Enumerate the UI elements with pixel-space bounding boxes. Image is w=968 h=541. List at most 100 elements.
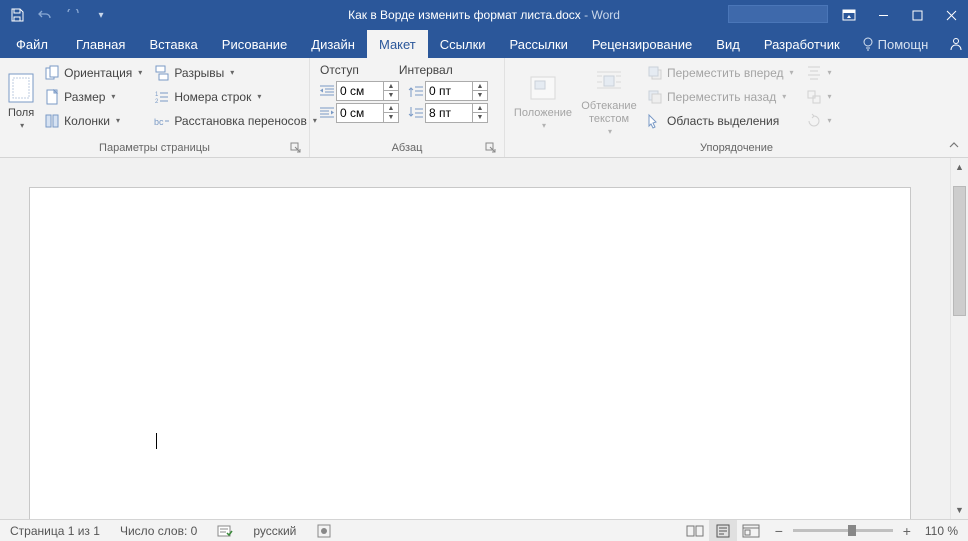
columns-button[interactable]: Колонки▾ <box>40 109 146 132</box>
scroll-track[interactable] <box>953 176 966 501</box>
orientation-button[interactable]: Ориентация▾ <box>40 61 146 84</box>
tab-insert[interactable]: Вставка <box>137 30 209 58</box>
align-icon <box>806 65 822 81</box>
indent-right-up[interactable]: ▲ <box>384 104 398 113</box>
scroll-up-button[interactable]: ▲ <box>951 158 968 176</box>
tab-design[interactable]: Дизайн <box>299 30 367 58</box>
hyphenation-button[interactable]: bc Расстановка переносов▾ <box>150 109 321 132</box>
spacing-after-icon <box>407 104 425 122</box>
group-arrange-label: Упорядочение <box>509 139 964 157</box>
language-status[interactable]: русский <box>243 520 306 541</box>
spacing-before-down[interactable]: ▼ <box>473 91 487 100</box>
chevron-down-icon: ▾ <box>828 92 832 101</box>
size-button[interactable]: Размер▾ <box>40 85 146 108</box>
svg-text:bc: bc <box>154 117 164 127</box>
rotate-icon <box>806 113 822 129</box>
tab-review[interactable]: Рецензирование <box>580 30 704 58</box>
vertical-scrollbar[interactable]: ▲ ▼ <box>950 158 968 519</box>
tab-layout[interactable]: Макет <box>367 30 428 58</box>
qat-customize-button[interactable]: ▾ <box>92 6 110 24</box>
tab-home[interactable]: Главная <box>64 30 137 58</box>
breaks-button[interactable]: Разрывы▾ <box>150 61 321 84</box>
zoom-slider[interactable] <box>793 529 893 532</box>
group-page-setup-label: Параметры страницы <box>4 139 305 157</box>
tab-file[interactable]: Файл <box>0 30 64 58</box>
word-count-status[interactable]: Число слов: 0 <box>110 520 207 541</box>
tab-mailings[interactable]: Рассылки <box>498 30 580 58</box>
page-setup-launcher[interactable] <box>290 142 303 155</box>
scroll-thumb[interactable] <box>953 186 966 316</box>
paragraph-launcher[interactable] <box>485 142 498 155</box>
selection-pane-label: Область выделения <box>667 114 779 128</box>
lightbulb-icon <box>862 37 874 51</box>
spacing-after-input[interactable] <box>425 103 473 123</box>
spelling-status[interactable] <box>207 520 243 541</box>
selection-pane-icon <box>647 113 663 129</box>
group-icon <box>806 89 822 105</box>
scroll-down-button[interactable]: ▼ <box>951 501 968 519</box>
indent-header: Отступ <box>320 63 359 77</box>
zoom-in-button[interactable]: + <box>899 523 915 539</box>
print-layout-button[interactable] <box>709 520 737 541</box>
account-box[interactable] <box>728 5 828 23</box>
tab-references[interactable]: Ссылки <box>428 30 498 58</box>
redo-button[interactable] <box>64 6 82 24</box>
send-backward-button: Переместить назад▾ <box>643 85 798 108</box>
chevron-down-icon: ▾ <box>828 68 832 77</box>
size-icon <box>44 89 60 105</box>
indent-right-input[interactable] <box>336 103 384 123</box>
page-number-status[interactable]: Страница 1 из 1 <box>0 520 110 541</box>
selection-pane-button[interactable]: Область выделения <box>643 109 798 132</box>
group-arrange: Положение ▾ Обтекание текстом ▾ Перемест… <box>505 58 968 157</box>
chevron-down-icon: ▾ <box>608 127 612 136</box>
chevron-down-icon: ▾ <box>230 68 234 77</box>
zoom-out-button[interactable]: − <box>771 523 787 539</box>
group-page-setup: Поля ▾ Ориентация▾ Размер▾ Колонки▾ <box>0 58 310 157</box>
window-controls <box>832 0 968 30</box>
macro-status[interactable] <box>306 520 342 541</box>
indent-right-down[interactable]: ▼ <box>384 113 398 122</box>
chevron-down-icon: ▾ <box>828 116 832 125</box>
page[interactable] <box>30 188 910 519</box>
position-button: Положение ▾ <box>509 61 577 139</box>
close-button[interactable] <box>934 0 968 30</box>
spacing-before-up[interactable]: ▲ <box>473 82 487 91</box>
save-button[interactable] <box>8 6 26 24</box>
tell-me-search[interactable]: Помощн <box>852 30 939 58</box>
orientation-icon <box>44 65 60 81</box>
line-numbers-button[interactable]: 12 Номера строк▾ <box>150 85 321 108</box>
indent-left-down[interactable]: ▼ <box>384 91 398 100</box>
spacing-header: Интервал <box>399 63 453 77</box>
minimize-button[interactable] <box>866 0 900 30</box>
tab-developer[interactable]: Разработчик <box>752 30 852 58</box>
zoom-level[interactable]: 110 % <box>921 520 968 541</box>
wrap-text-button: Обтекание текстом ▾ <box>577 61 641 139</box>
maximize-button[interactable] <box>900 0 934 30</box>
spacing-before-input[interactable] <box>425 81 473 101</box>
collapse-ribbon-button[interactable] <box>946 137 962 153</box>
read-mode-button[interactable] <box>681 520 709 541</box>
ribbon-display-options-button[interactable] <box>832 0 866 30</box>
spacing-after-up[interactable]: ▲ <box>473 104 487 113</box>
tab-view[interactable]: Вид <box>704 30 752 58</box>
app-name: Word <box>591 8 619 22</box>
indent-left-input[interactable] <box>336 81 384 101</box>
chevron-down-icon: ▾ <box>20 121 24 130</box>
document-area[interactable] <box>0 158 946 519</box>
indent-left-up[interactable]: ▲ <box>384 82 398 91</box>
tab-draw[interactable]: Рисование <box>210 30 299 58</box>
undo-button[interactable] <box>36 6 54 24</box>
indent-right-control: ▲▼ <box>318 103 399 123</box>
web-layout-button[interactable] <box>737 520 765 541</box>
zoom-control: − + <box>765 523 921 539</box>
share-button[interactable] <box>938 30 968 58</box>
position-icon <box>529 71 557 105</box>
zoom-thumb[interactable] <box>848 525 856 536</box>
columns-icon <box>44 113 60 129</box>
spacing-after-down[interactable]: ▼ <box>473 113 487 122</box>
margins-icon <box>8 71 34 105</box>
workspace: ▲ ▼ <box>0 158 968 519</box>
margins-button[interactable]: Поля ▾ <box>4 61 38 139</box>
quick-access-toolbar: ▾ <box>0 6 118 24</box>
bring-forward-button: Переместить вперед▾ <box>643 61 798 84</box>
